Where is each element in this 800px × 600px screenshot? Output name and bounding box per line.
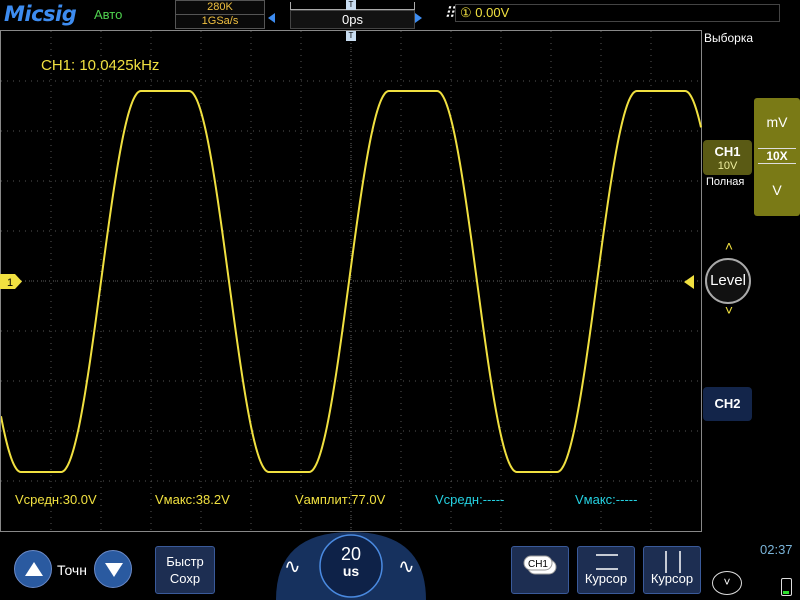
trigger-settings[interactable]: ① 0.00V bbox=[455, 4, 780, 22]
time-left-arrow-icon[interactable] bbox=[268, 13, 275, 23]
quick-save-button[interactable]: Быстр Сохр bbox=[155, 546, 215, 594]
vertical-cursor-button[interactable]: Курсор bbox=[643, 546, 701, 594]
clock: 02:37 bbox=[760, 542, 793, 557]
unit-v-button[interactable]: V bbox=[754, 182, 800, 198]
acquisition-info[interactable]: 280K 1GSa/s bbox=[175, 0, 265, 29]
trigger-level-knob[interactable]: Level bbox=[705, 258, 751, 304]
timebase-unit: us bbox=[342, 563, 360, 579]
trigger-level-marker-icon[interactable] bbox=[684, 275, 694, 289]
cursor-v-label: Курсор bbox=[650, 571, 694, 586]
quick-save-line2: Сохр bbox=[169, 571, 201, 586]
waveform-graticule bbox=[1, 31, 702, 531]
horizontal-cursor-button[interactable]: Курсор bbox=[577, 546, 635, 594]
trigger-mode[interactable]: Авто bbox=[94, 7, 122, 22]
vertical-scale-panel[interactable]: mV 10X V bbox=[754, 98, 800, 216]
cursor-h-label: Курсор bbox=[584, 571, 628, 586]
waveform-display[interactable] bbox=[0, 30, 702, 532]
channel-select-button[interactable]: CH1 bbox=[511, 546, 569, 594]
measurement-amplitude[interactable]: Vамплит:77.0V bbox=[295, 492, 385, 507]
trigger-position-marker-icon: T bbox=[346, 0, 356, 10]
adjust-mode-label: Точн bbox=[57, 562, 87, 578]
decrease-button[interactable] bbox=[94, 550, 132, 588]
trigger-level: 0.00V bbox=[475, 5, 510, 20]
acquisition-mode[interactable]: Выборка bbox=[704, 31, 753, 45]
sample-rate: 1GSa/s bbox=[201, 15, 239, 27]
arrow-down-icon bbox=[105, 563, 123, 577]
unit-mv-button[interactable]: mV bbox=[754, 114, 800, 130]
channel1-offset-marker[interactable]: 1 bbox=[0, 274, 22, 289]
arrow-up-icon bbox=[25, 562, 43, 576]
ch1-settings-button[interactable]: CH1 10V bbox=[703, 140, 752, 175]
timebase-value[interactable]: 20 us bbox=[320, 544, 382, 578]
time-position[interactable]: 0ps bbox=[290, 10, 415, 29]
channel-marker-label: 1 bbox=[7, 277, 13, 289]
probe-ratio[interactable]: 10X bbox=[758, 148, 796, 164]
brand-logo: Micsig bbox=[4, 2, 77, 26]
increase-button[interactable] bbox=[14, 550, 52, 588]
time-right-arrow-icon[interactable] bbox=[415, 13, 422, 23]
ch1-stack-icon: CH1 bbox=[523, 555, 557, 575]
frequency-readout: CH1: 10.0425kHz bbox=[41, 57, 160, 74]
level-down-chevron-icon[interactable]: ˅ bbox=[719, 302, 739, 318]
timebase-increase-wave-icon[interactable]: ∿ bbox=[398, 554, 415, 579]
ch2-settings-button[interactable]: CH2 bbox=[703, 387, 752, 421]
measurement-max[interactable]: Vмакс:38.2V bbox=[155, 492, 230, 507]
expand-menu-chevron-icon[interactable]: ˅ bbox=[712, 571, 742, 595]
timebase-number: 20 bbox=[340, 544, 362, 564]
measurement-ch2-mean[interactable]: Vсредн:----- bbox=[435, 492, 504, 507]
measurement-mean[interactable]: Vсредн:30.0V bbox=[15, 492, 97, 507]
trigger-time-marker-icon[interactable]: T bbox=[346, 31, 356, 41]
ch1-chip-label: CH1 bbox=[528, 559, 548, 570]
memory-depth: 280K bbox=[207, 1, 233, 13]
quick-save-line1: Быстр bbox=[166, 554, 204, 569]
bandwidth-limit: Полная bbox=[706, 176, 745, 188]
ch1-scale: 10V bbox=[717, 160, 738, 172]
battery-icon bbox=[781, 578, 792, 596]
ch1-label: CH1 bbox=[714, 144, 741, 159]
trigger-source: ① bbox=[460, 5, 472, 20]
top-status-bar: Micsig Авто 280K 1GSa/s T 0ps ⠿ ① 0.00V bbox=[0, 0, 800, 30]
rising-edge-icon[interactable]: ⠿ bbox=[444, 4, 455, 22]
timebase-decrease-wave-icon[interactable]: ∿ bbox=[284, 554, 301, 579]
measurement-ch2-max[interactable]: Vмакс:----- bbox=[575, 492, 637, 507]
level-up-chevron-icon[interactable]: ˄ bbox=[719, 238, 739, 254]
